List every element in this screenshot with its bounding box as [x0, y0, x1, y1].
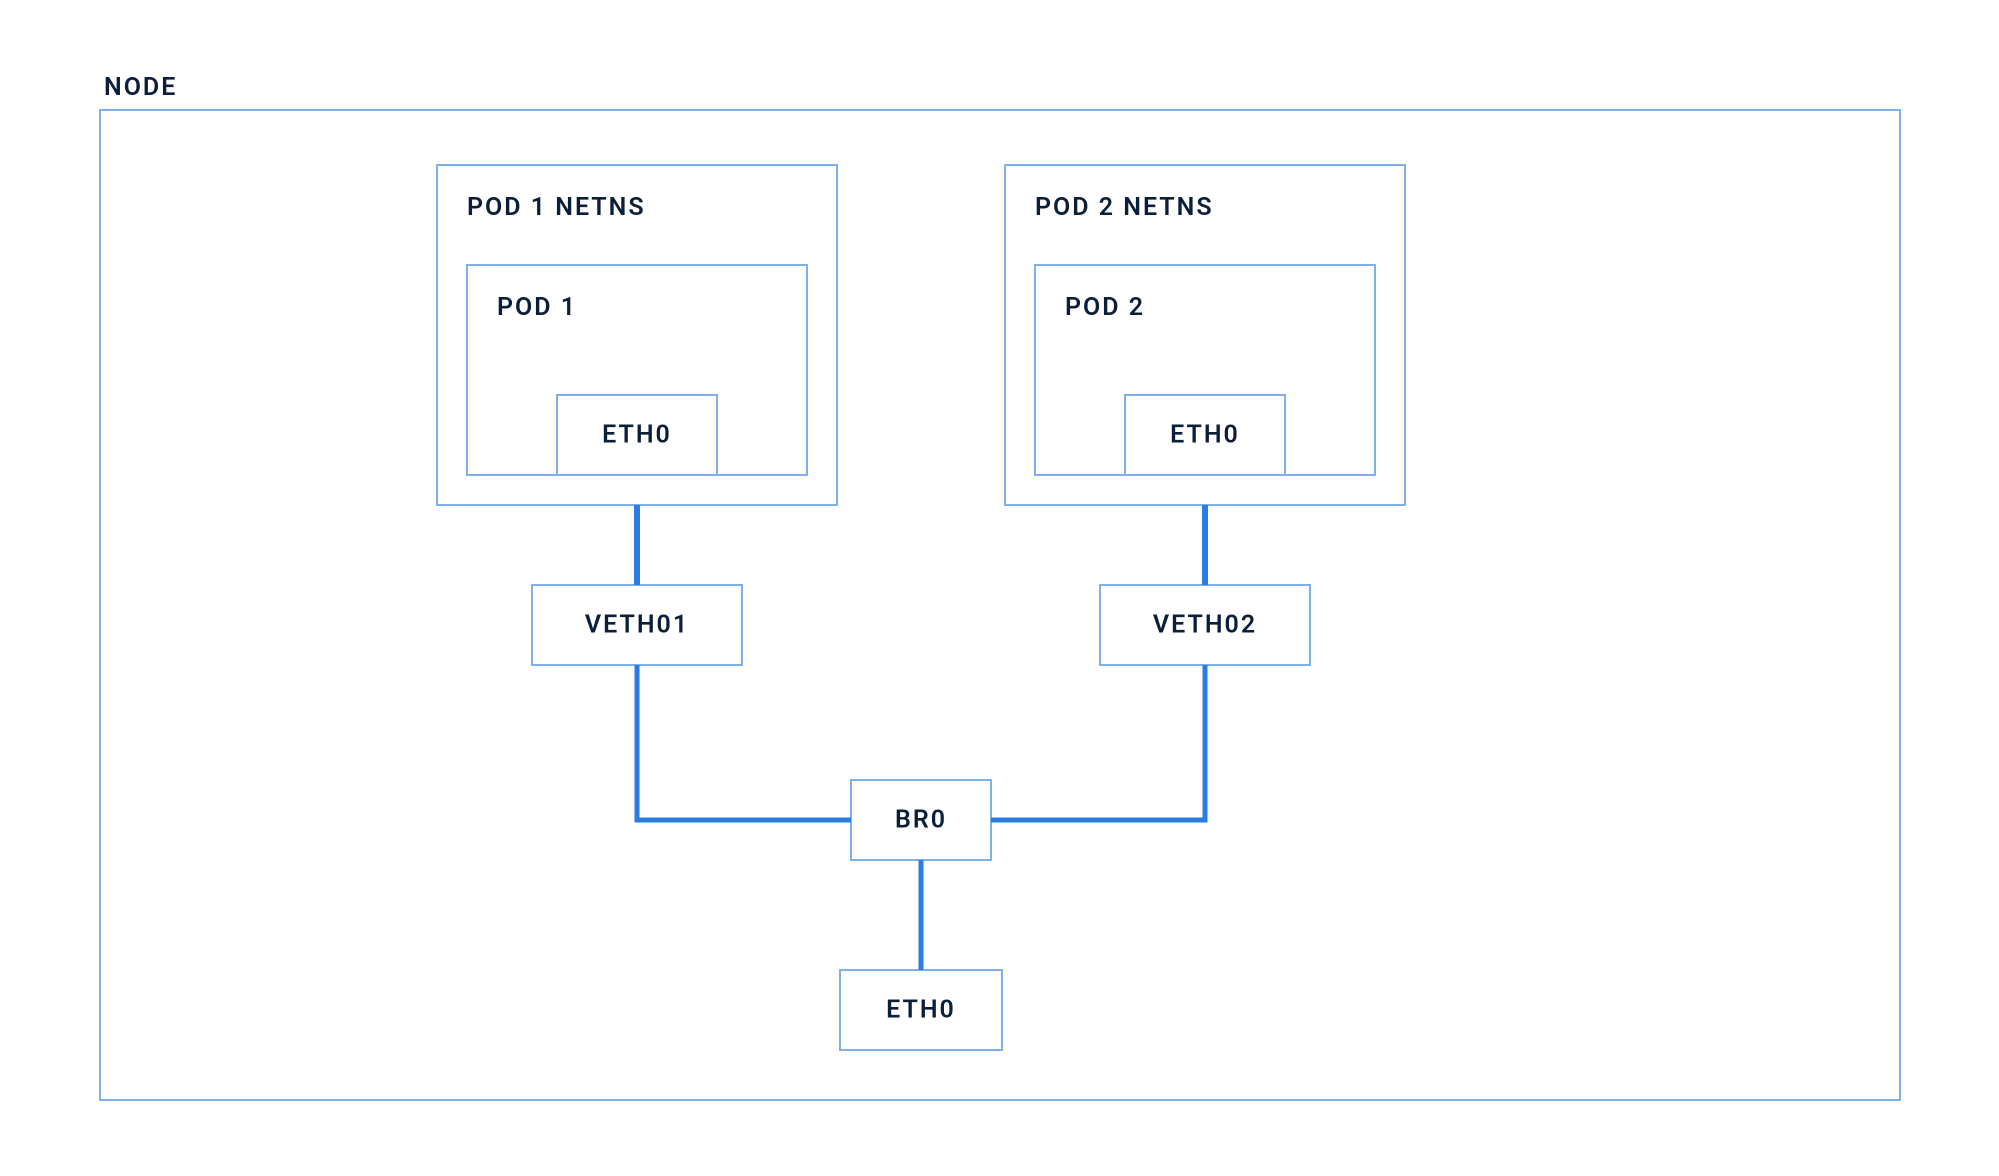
- node-box: [100, 110, 1900, 1100]
- node-eth0-label: ETH0: [886, 996, 956, 1025]
- pod2-eth0-label: ETH0: [1170, 421, 1240, 450]
- pod1-label: POD 1: [497, 293, 577, 322]
- veth01-label: VETH01: [585, 611, 689, 640]
- diagram-svg: [100, 70, 1900, 1110]
- pod1-eth0-label: ETH0: [602, 421, 672, 450]
- br0-label: BR0: [895, 806, 947, 835]
- pod2-label: POD 2: [1065, 293, 1145, 322]
- node-label: NODE: [104, 73, 177, 102]
- pod2-netns-label: POD 2 NETNS: [1035, 193, 1214, 222]
- pod1-netns-label: POD 1 NETNS: [467, 193, 646, 222]
- veth02-label: VETH02: [1153, 611, 1257, 640]
- diagram-frame: NODE POD 1 NETNS POD 1 ETH0 VETH01 POD 2…: [100, 70, 1900, 1110]
